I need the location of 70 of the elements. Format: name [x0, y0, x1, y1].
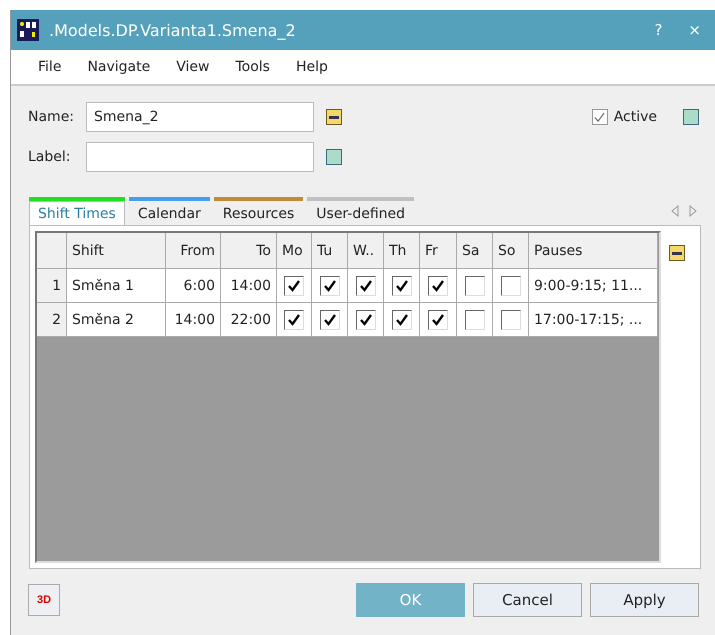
day-checkbox[interactable] [500, 310, 520, 330]
menu-item[interactable]: Help [282, 59, 341, 75]
table-cell: 6:00 [166, 269, 221, 303]
menu-item[interactable]: View [163, 59, 222, 75]
color-swatch-icon[interactable] [683, 109, 699, 125]
check-mark-icon [324, 280, 336, 292]
column-header[interactable]: Pauses [529, 233, 658, 269]
day-checkbox[interactable] [284, 310, 304, 330]
check-mark-icon [432, 314, 444, 326]
check-mark-icon [360, 314, 372, 326]
color-swatch-icon[interactable] [326, 149, 342, 165]
column-header[interactable]: Fr [420, 233, 457, 269]
tab[interactable]: Resources [214, 201, 304, 225]
app-icon [17, 19, 39, 41]
table-cell: 17:00-17:15; ... [529, 303, 658, 337]
check-mark-icon [288, 314, 300, 326]
column-header[interactable]: So [493, 233, 529, 269]
day-checkbox[interactable] [464, 276, 484, 296]
day-checkbox[interactable] [356, 276, 376, 296]
collapse-icon[interactable] [326, 109, 342, 125]
field-label: Label: [28, 149, 72, 165]
check-mark-icon [324, 314, 336, 326]
check-mark-icon [288, 280, 300, 292]
column-header[interactable]: W.. [348, 233, 384, 269]
table-cell: Směna 1 [67, 269, 166, 303]
check-mark-icon [360, 280, 372, 292]
check-mark-icon [396, 280, 408, 292]
corner-cell [37, 233, 67, 269]
column-header[interactable]: Th [384, 233, 420, 269]
table-cell: Směna 2 [67, 303, 166, 337]
day-checkbox[interactable] [320, 276, 340, 296]
column-header[interactable]: Shift [67, 233, 166, 269]
day-checkbox[interactable] [320, 310, 340, 330]
column-header[interactable]: Sa [457, 233, 493, 269]
day-checkbox[interactable] [392, 310, 412, 330]
dialog-button[interactable]: Cancel [473, 583, 582, 617]
column-header[interactable]: Tu [312, 233, 348, 269]
column-header[interactable]: From [166, 233, 221, 269]
menu-item[interactable]: Tools [222, 59, 283, 75]
check-mark-icon [396, 314, 408, 326]
menu-item[interactable]: File [25, 59, 74, 75]
label-field[interactable] [86, 142, 314, 172]
tab[interactable]: Shift Times [29, 201, 125, 225]
day-checkbox[interactable] [356, 310, 376, 330]
check-mark-icon [594, 112, 606, 122]
day-checkbox[interactable] [392, 276, 412, 296]
day-checkbox[interactable] [428, 276, 448, 296]
field-label: Name: [28, 109, 74, 125]
column-header[interactable]: To [221, 233, 277, 269]
day-checkbox[interactable] [428, 310, 448, 330]
check-mark-icon [432, 280, 444, 292]
row-number: 1 [37, 269, 67, 303]
tab[interactable]: User-defined [307, 201, 414, 225]
3d-button[interactable]: 3D [28, 584, 60, 616]
active-checkbox[interactable]: Active [592, 109, 657, 125]
table-cell: 9:00-9:15; 11... [529, 269, 658, 303]
table-cell: 22:00 [221, 303, 277, 337]
column-header[interactable]: Mo [277, 233, 312, 269]
window-title: .Models.DP.Varianta1.Smena_2 [49, 20, 297, 40]
collapse-icon[interactable] [669, 245, 685, 261]
menu-item[interactable]: Navigate [74, 59, 164, 75]
tab[interactable]: Calendar [128, 201, 210, 225]
day-checkbox[interactable] [284, 276, 304, 296]
row-number: 2 [37, 303, 67, 337]
table-cell: 14:00 [166, 303, 221, 337]
dialog-button[interactable]: Apply [590, 583, 699, 617]
name-field[interactable]: Smena_2 [86, 102, 314, 132]
table-cell: 14:00 [221, 269, 277, 303]
day-checkbox[interactable] [464, 310, 484, 330]
day-checkbox[interactable] [500, 276, 520, 296]
